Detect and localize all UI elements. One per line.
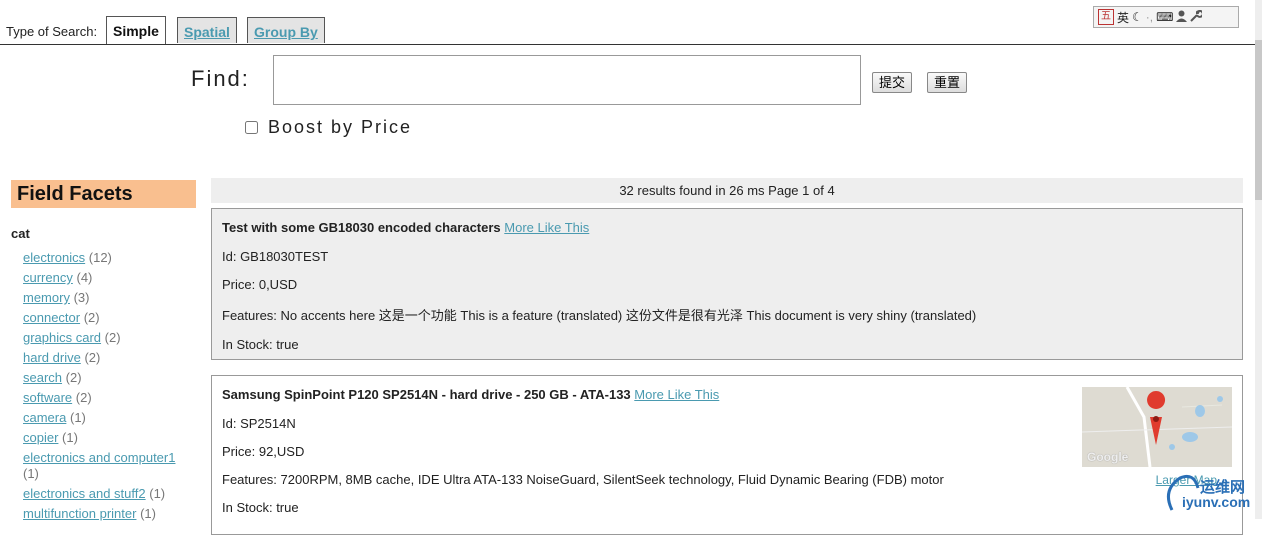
ime-language-toggle[interactable]: 英 [1117, 9, 1129, 26]
wrench-icon[interactable] [1190, 9, 1205, 25]
result-price: Price: 0,USD [222, 277, 298, 292]
facet-count: (12) [88, 250, 112, 265]
facet-link[interactable]: electronics and computer1 [23, 450, 175, 465]
result-features: Features: No accents here 这是一个功能 This is… [222, 308, 977, 323]
results-summary: 32 results found in 26 ms Page 1 of 4 [211, 178, 1243, 203]
facet-item: search (2) [23, 368, 193, 388]
ime-toolbar: 五 英 ☾ ·, ⌨ [1093, 6, 1239, 28]
facet-link[interactable]: hard drive [23, 350, 81, 365]
result-in-stock: In Stock: true [222, 337, 299, 352]
facet-category-title: cat [11, 226, 30, 241]
keyboard-icon[interactable]: ⌨ [1156, 10, 1173, 24]
facet-item: graphics card (2) [23, 328, 193, 348]
result-title-row: Samsung SpinPoint P120 SP2514N - hard dr… [222, 386, 1232, 403]
watermark-logo: 运维网 iyunv.com [1160, 470, 1260, 516]
tab-group-by[interactable]: Group By [247, 17, 325, 43]
facet-link[interactable]: copier [23, 430, 58, 445]
submit-button[interactable]: 提交 [872, 72, 913, 93]
result-item: Test with some GB18030 encoded character… [211, 208, 1243, 360]
moon-icon[interactable]: ☾ [1132, 10, 1143, 24]
facet-list: electronics (12) currency (4) memory (3)… [23, 248, 193, 524]
boost-by-price-label: Boost by Price [268, 117, 413, 137]
facet-item: memory (3) [23, 288, 193, 308]
facet-item: connector (2) [23, 308, 193, 328]
facet-item: copier (1) [23, 428, 193, 448]
facet-item: electronics and computer1 (1) [23, 448, 193, 484]
result-features: Features: 7200RPM, 8MB cache, IDE Ultra … [222, 472, 944, 487]
result-title: Samsung SpinPoint P120 SP2514N - hard dr… [222, 387, 631, 402]
facet-link[interactable]: electronics [23, 250, 85, 265]
watermark-bottom-text: iyunv.com [1182, 494, 1251, 510]
reset-button[interactable]: 重置 [927, 72, 968, 93]
tab-simple[interactable]: Simple [106, 16, 166, 44]
facet-count: (2) [104, 330, 121, 345]
punctuation-icon[interactable]: ·, [1146, 10, 1153, 24]
ime-logo-icon[interactable]: 五 [1098, 9, 1114, 25]
facet-link[interactable]: electronics and stuff2 [23, 486, 146, 501]
facet-count: (2) [83, 310, 100, 325]
result-id: Id: GB18030TEST [222, 249, 329, 264]
field-facets-heading: Field Facets [11, 180, 196, 208]
result-title-row: Test with some GB18030 encoded character… [222, 219, 1232, 236]
scrollbar-thumb[interactable] [1255, 40, 1262, 200]
find-label: Find: [191, 66, 250, 91]
location-map[interactable]: Google [1082, 387, 1232, 467]
facet-item: hard drive (2) [23, 348, 193, 368]
page-scrollbar[interactable] [1255, 0, 1262, 519]
boost-option: Boost by Price [245, 117, 412, 138]
facet-item: electronics and stuff2 (1) [23, 484, 193, 504]
result-in-stock: In Stock: true [222, 500, 299, 515]
facet-item: multifunction printer (1) [23, 504, 193, 524]
search-input[interactable] [273, 55, 861, 105]
result-id: Id: SP2514N [222, 416, 296, 431]
facet-count: (2) [75, 390, 92, 405]
facet-item: currency (4) [23, 268, 193, 288]
facet-count: (1) [69, 410, 86, 425]
result-price: Price: 92,USD [222, 444, 305, 459]
facet-count: (2) [84, 350, 101, 365]
more-like-this-link[interactable]: More Like This [634, 387, 719, 402]
result-item: Samsung SpinPoint P120 SP2514N - hard dr… [211, 375, 1243, 535]
facet-count: (3) [73, 290, 90, 305]
facet-link[interactable]: graphics card [23, 330, 101, 345]
facet-item: camera (1) [23, 408, 193, 428]
facet-link[interactable]: memory [23, 290, 70, 305]
user-icon[interactable] [1176, 10, 1188, 25]
facet-link[interactable]: search [23, 370, 62, 385]
boost-by-price-checkbox[interactable] [245, 121, 258, 134]
result-title: Test with some GB18030 encoded character… [222, 220, 501, 235]
facet-link[interactable]: currency [23, 270, 73, 285]
facet-link[interactable]: software [23, 390, 72, 405]
google-logo: Google [1087, 450, 1129, 464]
facet-count: (2) [65, 370, 82, 385]
facet-count: (1) [23, 466, 39, 481]
tab-spatial[interactable]: Spatial [177, 17, 237, 43]
search-type-tabbar: Type of Search: Simple Spatial Group By [0, 14, 1255, 45]
facet-link[interactable]: connector [23, 310, 80, 325]
facet-item: software (2) [23, 388, 193, 408]
search-type-label: Type of Search: [6, 24, 98, 39]
facet-count: (4) [76, 270, 93, 285]
facet-item: electronics (12) [23, 248, 193, 268]
facet-count: (1) [62, 430, 78, 445]
more-like-this-link[interactable]: More Like This [504, 220, 589, 235]
facet-link[interactable]: camera [23, 410, 66, 425]
facet-count: (1) [149, 486, 166, 501]
